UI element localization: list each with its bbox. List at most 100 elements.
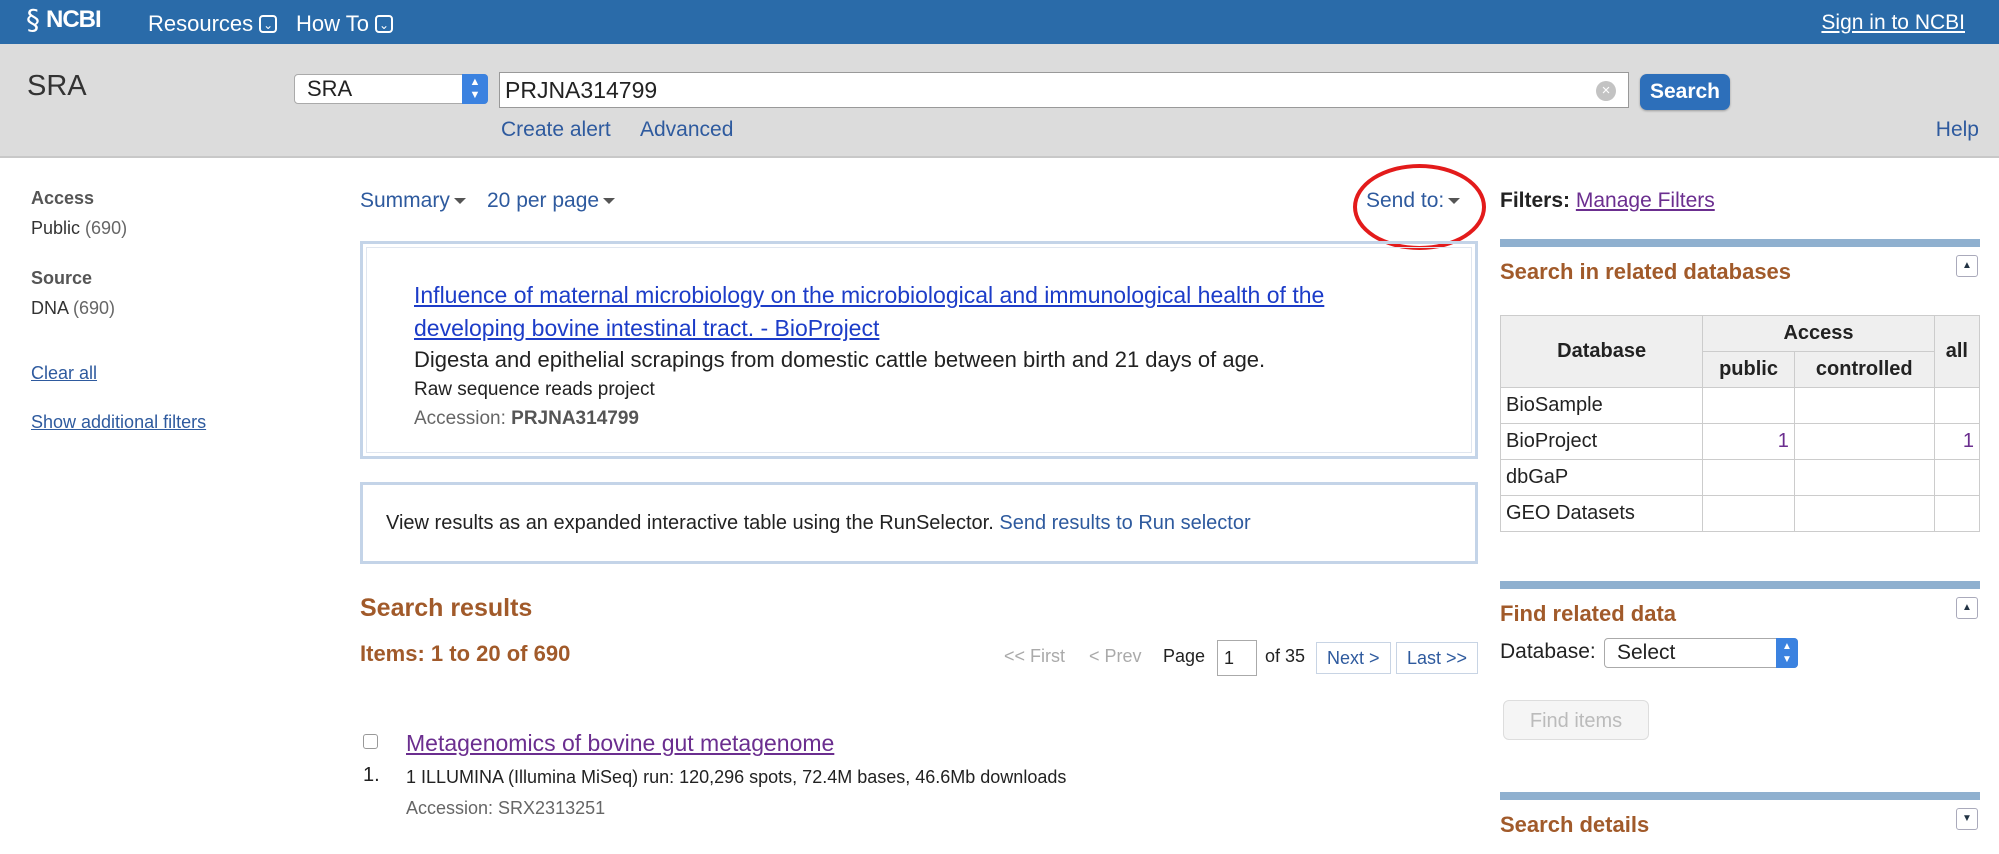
clear-all-link[interactable]: Clear all bbox=[31, 363, 97, 384]
manage-filters-link[interactable]: Manage Filters bbox=[1576, 189, 1715, 212]
find-items-button[interactable]: Find items bbox=[1503, 700, 1649, 740]
public-count bbox=[1702, 459, 1795, 496]
db-name: dbGaP bbox=[1499, 459, 1704, 496]
filter-access-public[interactable]: Public (690) bbox=[31, 218, 127, 239]
how-to-label: How To bbox=[296, 11, 369, 36]
bioproject-title-link[interactable]: Influence of maternal microbiology on th… bbox=[414, 279, 1414, 345]
per-page-menu[interactable]: 20 per page bbox=[487, 189, 616, 213]
next-page-button[interactable]: Next > bbox=[1316, 642, 1391, 674]
chevron-down-icon: ⌄ bbox=[374, 15, 393, 33]
table-row: BioProject 1 1 bbox=[1499, 423, 1981, 460]
filter-count: (690) bbox=[85, 218, 128, 238]
search-band: SRA SRA ▲ ▼ PRJNA314799 × Search Create a… bbox=[0, 44, 1999, 158]
dna-helix-icon: § bbox=[26, 3, 40, 36]
public-count: 1 bbox=[1702, 423, 1795, 460]
section-divider bbox=[1500, 792, 1980, 800]
all-count-link[interactable]: 1 bbox=[1963, 430, 1974, 452]
database-select[interactable]: SRA ▲ ▼ bbox=[294, 74, 488, 104]
filter-value: Public bbox=[31, 218, 81, 238]
filters-header: Filters: Manage Filters bbox=[1500, 189, 1715, 213]
help-link[interactable]: Help bbox=[1936, 118, 1979, 142]
col-all: all bbox=[1933, 315, 1981, 388]
result-description: 1 ILLUMINA (Illumina MiSeq) run: 120,296… bbox=[406, 767, 1067, 787]
controlled-count bbox=[1793, 387, 1935, 424]
filter-count: (690) bbox=[73, 298, 116, 318]
public-count bbox=[1702, 495, 1795, 532]
filters-label: Filters: bbox=[1500, 189, 1571, 212]
filter-value: DNA bbox=[31, 298, 69, 318]
resources-menu[interactable]: Resources ⌄ bbox=[148, 11, 278, 37]
advanced-link[interactable]: Advanced bbox=[640, 118, 733, 142]
create-alert-link[interactable]: Create alert bbox=[501, 118, 611, 142]
search-details-heading: Search details bbox=[1500, 812, 1650, 837]
related-databases-heading: Search in related databases bbox=[1500, 259, 1792, 284]
all-count bbox=[1933, 387, 1981, 424]
expand-icon[interactable]: ▼ bbox=[1956, 808, 1978, 830]
filter-source-dna[interactable]: DNA (690) bbox=[31, 298, 115, 319]
controlled-count bbox=[1793, 495, 1935, 532]
highlight-circle bbox=[1353, 164, 1486, 250]
runselector-message: View results as an expanded interactive … bbox=[386, 512, 1251, 535]
page-label: Page bbox=[1163, 646, 1206, 666]
search-results-heading: Search results bbox=[360, 594, 533, 622]
prev-page-link: < Prev bbox=[1089, 646, 1142, 666]
related-databases-table: Database Access all public controlled Bi… bbox=[1499, 315, 1981, 532]
table-row: dbGaP bbox=[1499, 459, 1981, 496]
collapse-icon[interactable]: ▲ bbox=[1956, 597, 1978, 619]
accession-value: PRJNA314799 bbox=[511, 408, 639, 429]
db-name: BioSample bbox=[1499, 387, 1704, 424]
last-page-button[interactable]: Last >> bbox=[1396, 642, 1479, 674]
col-access: Access bbox=[1702, 315, 1935, 352]
public-count-link[interactable]: 1 bbox=[1778, 430, 1789, 452]
db-name: GEO Datasets bbox=[1499, 495, 1704, 532]
db-name: BioProject bbox=[1499, 423, 1704, 460]
accession-label: Accession: bbox=[414, 408, 506, 429]
find-related-data-heading: Find related data bbox=[1500, 601, 1677, 626]
logo-text: NCBI bbox=[46, 6, 102, 33]
filter-access-heading: Access bbox=[31, 188, 95, 208]
related-database-select[interactable]: Select ▲ ▼ bbox=[1604, 638, 1798, 668]
database-title: SRA bbox=[27, 70, 87, 102]
caret-down-icon bbox=[453, 198, 466, 205]
col-public: public bbox=[1702, 351, 1795, 388]
ncbi-logo[interactable]: § NCBI bbox=[26, 3, 102, 36]
per-page-label: 20 per page bbox=[487, 189, 600, 212]
result-accession: Accession: SRX2313251 bbox=[406, 798, 606, 818]
clear-icon[interactable]: × bbox=[1596, 81, 1616, 101]
resources-label: Resources bbox=[148, 11, 254, 36]
format-label: Summary bbox=[360, 189, 450, 212]
all-count: 1 bbox=[1933, 423, 1981, 460]
search-button[interactable]: Search bbox=[1640, 74, 1730, 110]
result-checkbox[interactable] bbox=[363, 734, 378, 749]
items-count: Items: 1 to 20 of 690 bbox=[360, 641, 571, 666]
bioproject-description: Digesta and epithelial scrapings from do… bbox=[414, 347, 1266, 372]
controlled-count bbox=[1793, 459, 1935, 496]
bioproject-type: Raw sequence reads project bbox=[414, 379, 655, 400]
search-query: PRJNA314799 bbox=[505, 77, 658, 103]
database-label: Database: bbox=[1500, 640, 1596, 663]
summary-format-menu[interactable]: Summary bbox=[360, 189, 466, 213]
top-navigation-bar: § NCBI Resources ⌄ How To ⌄ Sign in to N… bbox=[0, 0, 1999, 44]
show-additional-filters-link[interactable]: Show additional filters bbox=[31, 412, 206, 433]
result-number: 1. bbox=[363, 764, 380, 786]
filter-source-heading: Source bbox=[31, 268, 93, 288]
table-row: BioSample bbox=[1499, 387, 1981, 424]
result-title-link[interactable]: Metagenomics of bovine gut metagenome bbox=[406, 730, 834, 757]
chevron-down-icon: ⌄ bbox=[259, 15, 278, 33]
col-database: Database bbox=[1499, 315, 1704, 388]
all-count bbox=[1933, 459, 1981, 496]
page-number-input[interactable]: 1 bbox=[1217, 640, 1257, 676]
table-row: GEO Datasets bbox=[1499, 495, 1981, 532]
send-to-run-selector-link[interactable]: Send results to Run selector bbox=[999, 512, 1250, 534]
caret-down-icon bbox=[603, 198, 616, 205]
search-input[interactable]: PRJNA314799 × bbox=[499, 72, 1629, 108]
how-to-menu[interactable]: How To ⌄ bbox=[296, 11, 393, 37]
col-controlled: controlled bbox=[1793, 351, 1935, 388]
public-count bbox=[1702, 387, 1795, 424]
sign-in-link[interactable]: Sign in to NCBI bbox=[1821, 11, 1965, 35]
runselector-text: View results as an expanded interactive … bbox=[386, 512, 994, 534]
section-divider bbox=[1500, 581, 1980, 589]
controlled-count bbox=[1793, 423, 1935, 460]
collapse-icon[interactable]: ▲ bbox=[1956, 255, 1978, 277]
database-select-value: SRA bbox=[307, 76, 353, 101]
